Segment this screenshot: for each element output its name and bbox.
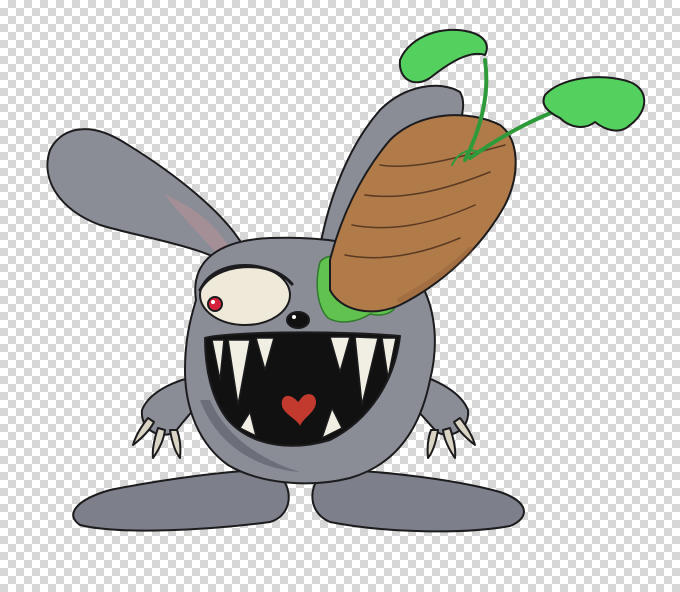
carrot-leaf-right bbox=[542, 76, 646, 132]
eye-glint bbox=[211, 300, 215, 304]
eye-pupil bbox=[207, 296, 223, 312]
carrot-leaf-left bbox=[398, 28, 488, 84]
nose bbox=[286, 311, 310, 329]
nose-glint bbox=[292, 315, 296, 319]
bunny-illustration bbox=[46, 28, 646, 533]
left-foot bbox=[72, 469, 290, 532]
